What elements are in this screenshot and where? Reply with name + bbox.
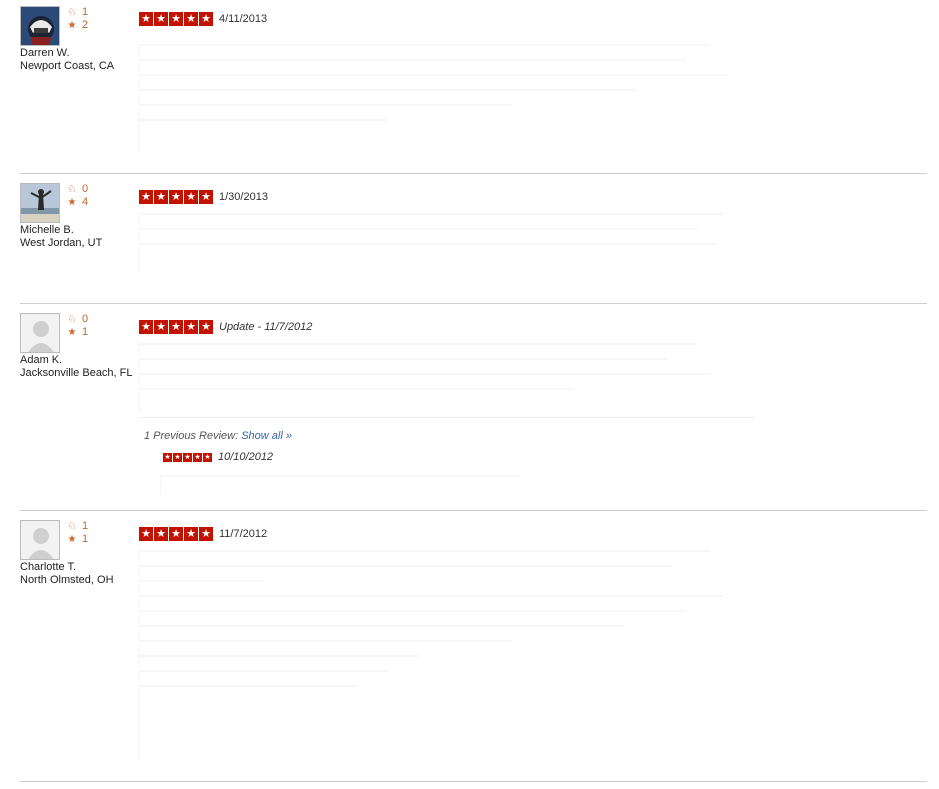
star-icon: ★ (67, 20, 77, 31)
review-date: 11/7/2012 (219, 528, 268, 540)
star-icon: ★ (67, 327, 77, 338)
star-icon: ★ (169, 190, 183, 204)
star-icon: ★ (154, 320, 168, 334)
review-divider (20, 510, 927, 511)
previous-review-label: 1 Previous Review: (144, 430, 239, 442)
friend-count: 0 (82, 183, 89, 195)
rating-row: ★ ★ ★ ★ ★ Update - 11/7/2012 (139, 320, 312, 334)
star-icon: ★ (199, 190, 213, 204)
avatar[interactable] (20, 520, 60, 560)
star-icon: ★ (139, 12, 153, 26)
user-stats: ♘ 1 ★ 1 (66, 520, 89, 546)
star-icon: ★ (139, 320, 153, 334)
rating-row: ★ ★ ★ ★ ★ 11/7/2012 (139, 527, 267, 541)
star-rating: ★ ★ ★ ★ ★ (139, 190, 214, 204)
review-item: ♘ 1 ★ 1 Charlotte T. North Olmsted, OH ★ ★… (0, 520, 939, 780)
star-rating: ★ ★ ★ ★ ★ (139, 320, 214, 334)
review-text (139, 213, 760, 273)
review-item: ♘ 0 ★ 1 Adam K. Jacksonville Beach, FL ★ ★… (0, 313, 939, 509)
user-name-link[interactable]: Darren W. (20, 47, 70, 59)
star-icon: ★ (67, 197, 77, 208)
user-location: North Olmsted, OH (20, 574, 114, 586)
avatar[interactable] (20, 6, 60, 46)
friend-count: 1 (82, 6, 89, 18)
star-icon: ★ (154, 12, 168, 26)
avatar[interactable] (20, 183, 60, 223)
review-item: ♘ 0 ★ 4 Michelle B. West Jordan, UT ★ ★ ★ … (0, 183, 939, 303)
previous-review-separator (139, 417, 755, 418)
star-icon: ★ (193, 452, 202, 462)
star-icon: ★ (199, 320, 213, 334)
star-icon: ★ (199, 12, 213, 26)
star-icon: ★ (184, 12, 198, 26)
friend-count: 1 (82, 520, 89, 532)
star-icon: ★ (183, 452, 192, 462)
star-icon: ★ (203, 452, 212, 462)
review-date: Update - 11/7/2012 (219, 321, 313, 333)
show-all-link[interactable]: Show all » (241, 430, 292, 442)
star-icon: ★ (169, 320, 183, 334)
star-icon: ★ (67, 534, 77, 545)
star-icon: ★ (169, 12, 183, 26)
star-icon: ★ (154, 190, 168, 204)
friends-icon: ♘ (67, 7, 77, 18)
star-icon: ★ (184, 320, 198, 334)
star-icon: ★ (169, 527, 183, 541)
friends-icon: ♘ (67, 314, 77, 325)
review-item: ♘ 1 ★ 2 Darren W. Newport Coast, CA ★ ★ ★ … (0, 6, 939, 174)
star-icon: ★ (184, 190, 198, 204)
star-icon: ★ (163, 452, 172, 462)
user-name-link[interactable]: Michelle B. (20, 224, 74, 236)
review-divider (20, 173, 927, 174)
star-icon: ★ (173, 452, 182, 462)
user-location: West Jordan, UT (20, 237, 103, 249)
user-location: Jacksonville Beach, FL (20, 367, 133, 379)
review-count: 4 (82, 196, 89, 208)
review-divider (20, 781, 927, 782)
friends-icon: ♘ (67, 521, 77, 532)
previous-review-rating: ★ ★ ★ ★ ★ 10/10/2012 (163, 451, 273, 463)
user-location: Newport Coast, CA (20, 60, 115, 72)
review-text (139, 343, 760, 413)
avatar[interactable] (20, 313, 60, 353)
star-rating: ★ ★ ★ ★ ★ (139, 527, 214, 541)
review-date: 1/30/2013 (219, 191, 268, 203)
star-icon: ★ (184, 527, 198, 541)
star-icon: ★ (139, 190, 153, 204)
user-name-link[interactable]: Charlotte T. (20, 561, 76, 573)
previous-review-header: 1 Previous Review: Show all » (144, 430, 292, 442)
review-text (139, 44, 760, 154)
review-count: 1 (82, 533, 89, 545)
friends-icon: ♘ (67, 184, 77, 195)
rating-row: ★ ★ ★ ★ ★ 1/30/2013 (139, 190, 268, 204)
reviews-list: ♘ 1 ★ 2 Darren W. Newport Coast, CA ★ ★ ★ … (0, 0, 939, 789)
previous-review-text (160, 475, 561, 495)
star-icon: ★ (199, 527, 213, 541)
review-text (139, 550, 760, 760)
rating-row: ★ ★ ★ ★ ★ 4/11/2013 (139, 12, 267, 26)
user-stats: ♘ 0 ★ 4 (66, 183, 89, 209)
review-date: 4/11/2013 (219, 13, 268, 25)
user-name-link[interactable]: Adam K. (20, 354, 62, 366)
previous-review-date: 10/10/2012 (218, 451, 274, 463)
friend-count: 0 (82, 313, 89, 325)
user-stats: ♘ 0 ★ 1 (66, 313, 89, 339)
review-divider (20, 303, 927, 304)
review-count: 1 (82, 326, 89, 338)
user-stats: ♘ 1 ★ 2 (66, 6, 89, 32)
star-icon: ★ (154, 527, 168, 541)
review-count: 2 (82, 19, 89, 31)
star-icon: ★ (139, 527, 153, 541)
star-rating: ★ ★ ★ ★ ★ (139, 12, 214, 26)
